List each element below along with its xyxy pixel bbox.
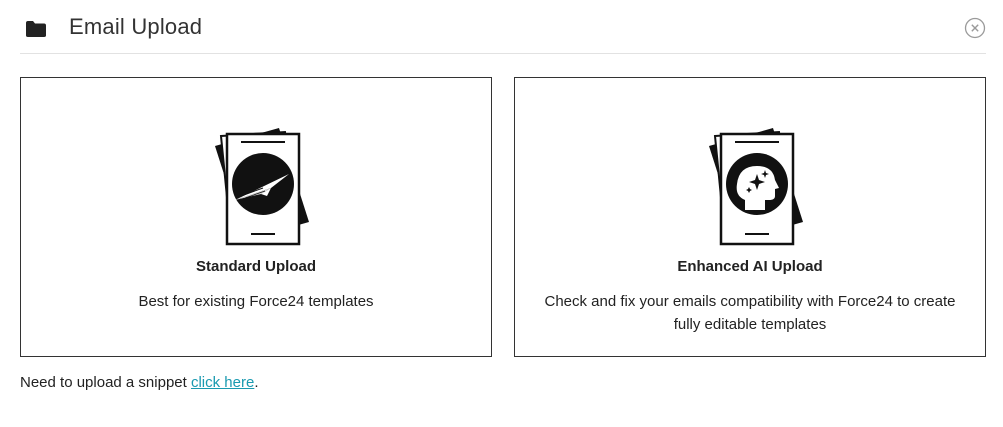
folder-icon [26,21,46,37]
footer-text: Need to upload a snippet [20,374,191,391]
card-title: Enhanced AI Upload [677,258,823,275]
click-here-link[interactable]: click here [191,374,254,391]
ai-brain-document-icon [709,128,803,246]
paper-plane-document-icon [215,128,309,246]
enhanced-ai-upload-card[interactable]: Enhanced AI Upload Check and fix your em… [514,77,986,357]
close-icon[interactable] [964,17,986,39]
snippet-upload-note: Need to upload a snippet click here. [20,374,259,391]
footer-suffix: . [254,374,259,391]
card-title: Standard Upload [195,258,316,275]
card-description: Best for existing Force24 templates [138,293,374,310]
page-title: Email Upload [69,14,203,39]
modal-header: Email Upload [20,0,986,54]
card-description: Check and fix your emails compatibility … [544,293,956,333]
standard-upload-card[interactable]: Standard Upload Best for existing Force2… [20,77,492,357]
